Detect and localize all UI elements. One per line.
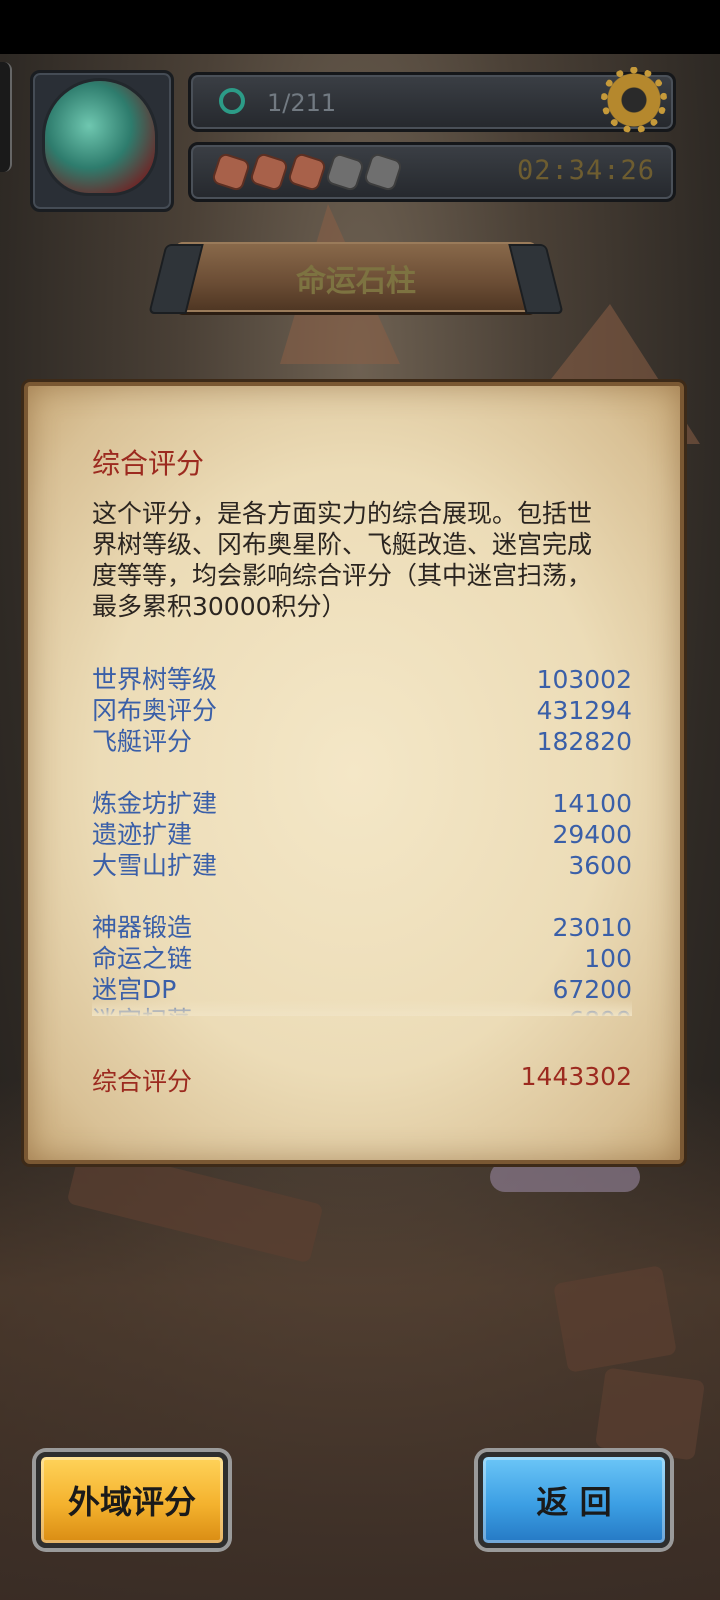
stone-icon (248, 151, 290, 193)
score-value: 103002 (536, 665, 632, 694)
score-value: 29400 (552, 820, 632, 849)
score-label: 飞艇评分 (92, 727, 193, 756)
score-row: 大雪山扩建 3600 (92, 850, 632, 881)
score-value: 182820 (536, 727, 632, 756)
score-label: 炼金坊扩建 (92, 789, 218, 818)
score-label: 遗迹扩建 (92, 820, 193, 849)
total-value: 1443302 (520, 1062, 632, 1091)
gear-icon[interactable] (601, 67, 667, 133)
back-button[interactable]: 返 回 (478, 1452, 670, 1548)
player-avatar-frame[interactable] (30, 70, 174, 212)
score-row: 飞艇评分 182820 (92, 726, 632, 757)
spiral-icon (219, 88, 245, 114)
score-value: 23010 (552, 913, 632, 942)
level-bar: 1/211 (188, 67, 676, 133)
score-value: 431294 (536, 696, 632, 725)
score-row: 炼金坊扩建 14100 (92, 788, 632, 819)
panel-description: 这个评分，是各方面实力的综合展现。包括世界树等级、冈布奥星阶、飞艇改造、迷宫完成… (92, 499, 593, 621)
score-panel: 综合评分 这个评分，是各方面实力的综合展现。包括世界树等级、冈布奥星阶、飞艇改造… (24, 382, 684, 1164)
panel-title: 综合评分 (92, 447, 205, 480)
side-tab[interactable] (0, 62, 12, 172)
score-label: 命运之链 (92, 944, 193, 973)
score-label: 神器锻造 (92, 913, 193, 942)
stone-icon (210, 151, 252, 193)
score-group: 世界树等级 103002 冈布奥评分 431294 飞艇评分 182820 (92, 664, 632, 757)
outer-score-button[interactable]: 外域评分 (36, 1452, 228, 1548)
stone-bar: 02:34:26 (188, 142, 676, 202)
rock-debris (553, 1265, 677, 1373)
character-peek (490, 1162, 640, 1192)
score-row: 遗迹扩建 29400 (92, 819, 632, 850)
score-label: 冈布奥评分 (92, 696, 218, 725)
avatar (45, 81, 155, 193)
stone-icon (324, 151, 366, 193)
timer: 02:34:26 (516, 155, 655, 186)
score-label: 世界树等级 (92, 665, 218, 694)
level-progress: 1/211 (267, 89, 337, 117)
title-plank: 命运石柱 (175, 242, 537, 312)
list-fade (92, 1000, 632, 1016)
score-label: 大雪山扩建 (92, 851, 218, 880)
page-title: 命运石柱 (296, 264, 416, 299)
score-group: 炼金坊扩建 14100 遗迹扩建 29400 大雪山扩建 3600 (92, 788, 632, 881)
stone-icon (362, 151, 404, 193)
score-value: 14100 (552, 789, 632, 818)
rock-debris (594, 1367, 706, 1461)
total-label: 综合评分 (92, 1067, 193, 1096)
score-value: 100 (584, 944, 632, 973)
score-row: 世界树等级 103002 (92, 664, 632, 695)
total-score-row: 综合评分 1443302 (92, 1062, 632, 1098)
score-value: 3600 (568, 851, 632, 880)
score-row: 冈布奥评分 431294 (92, 695, 632, 726)
score-row: 神器锻造 23010 (92, 912, 632, 943)
score-list[interactable]: 世界树等级 103002 冈布奥评分 431294 飞艇评分 182820 炼金坊扩建 141… (92, 664, 632, 1016)
stone-icon (286, 151, 328, 193)
score-row: 命运之链 100 (92, 943, 632, 974)
